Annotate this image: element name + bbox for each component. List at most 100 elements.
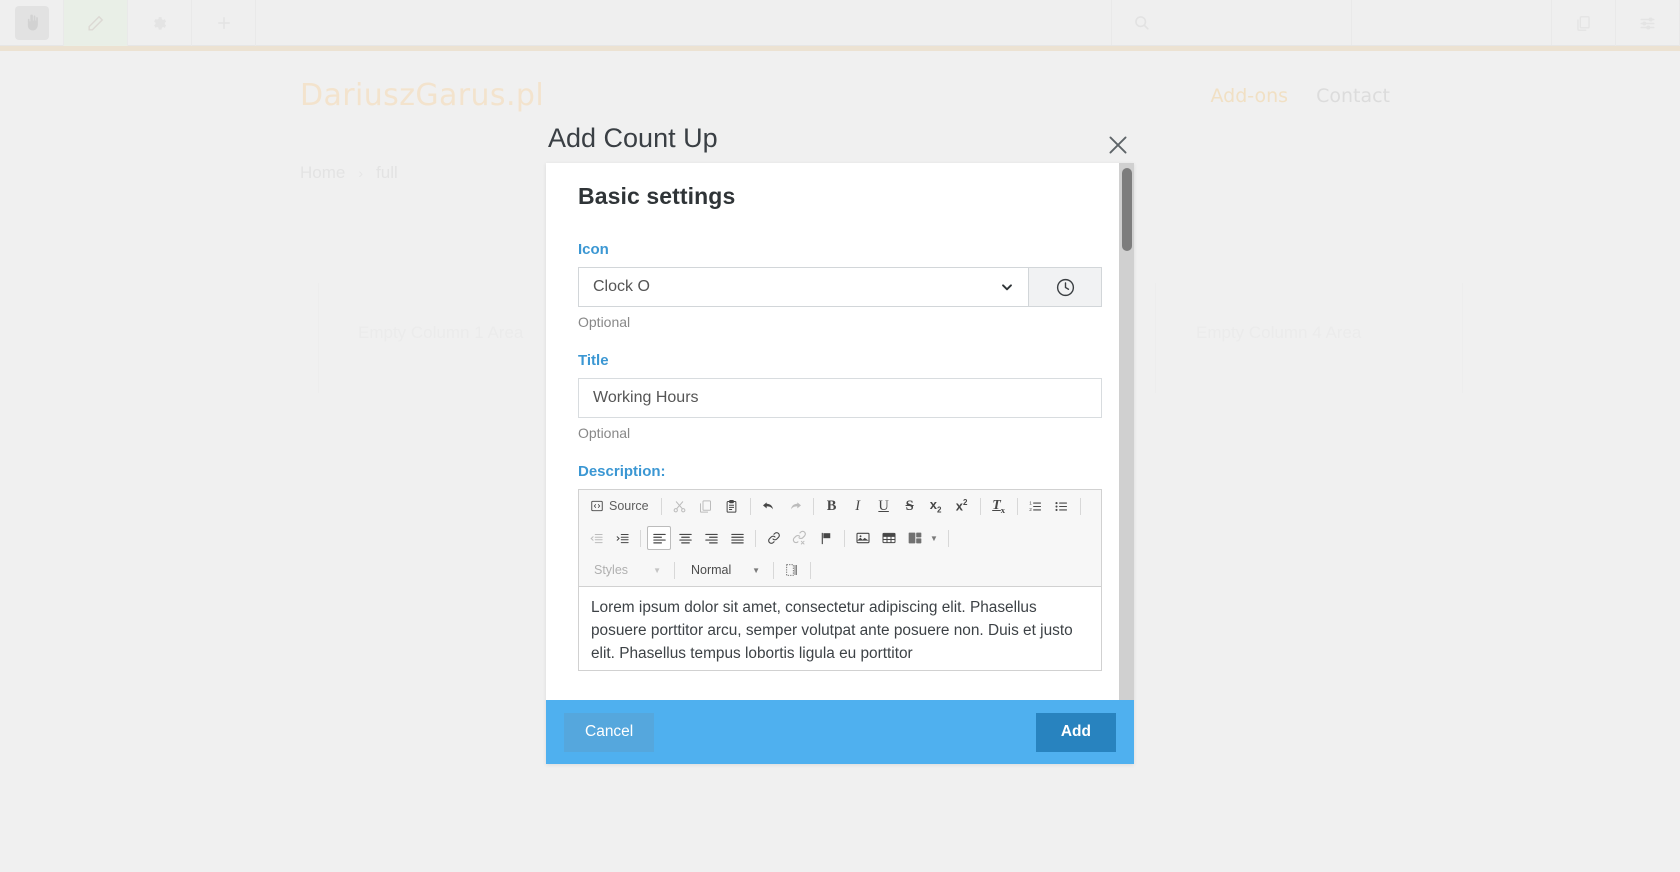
flag-anchor-icon[interactable] bbox=[814, 526, 838, 550]
column-divider bbox=[1155, 283, 1156, 393]
image-button[interactable] bbox=[851, 526, 875, 550]
bold-button[interactable]: B bbox=[820, 494, 844, 518]
toolbar-separator bbox=[755, 530, 756, 547]
empty-column-4-label: Empty Column 4 Area bbox=[1196, 323, 1361, 343]
editor-content-area[interactable]: Lorem ipsum dolor sit amet, consectetur … bbox=[579, 587, 1101, 670]
chevron-down-icon bbox=[999, 279, 1015, 295]
chevron-down-icon: ▼ bbox=[752, 566, 760, 575]
title-input[interactable] bbox=[578, 378, 1102, 418]
toolbar-separator bbox=[1017, 498, 1018, 515]
clock-o-icon bbox=[1055, 277, 1076, 298]
subscript-button[interactable]: x2 bbox=[924, 494, 948, 518]
chevron-right-icon: › bbox=[358, 165, 363, 181]
site-brand-logo[interactable]: DariuszGarus.pl bbox=[300, 78, 544, 113]
copy-button[interactable] bbox=[694, 494, 718, 518]
search-field-area[interactable] bbox=[1352, 0, 1552, 45]
rich-text-editor: Source bbox=[578, 489, 1102, 671]
dialog-scrollbar-track[interactable] bbox=[1119, 163, 1134, 700]
chevron-down-icon: ▼ bbox=[930, 534, 938, 543]
icon-select[interactable]: Clock O bbox=[578, 267, 1029, 307]
sliders-icon bbox=[1638, 14, 1657, 33]
add-button[interactable]: Add bbox=[1036, 713, 1116, 752]
site-navigation: Add-ons Contact bbox=[1211, 85, 1390, 107]
icon-field-helper: Optional bbox=[578, 314, 1102, 330]
icon-field-label: Icon bbox=[578, 241, 1102, 258]
breadcrumb-item-full: full bbox=[376, 163, 398, 183]
search-icon bbox=[1132, 13, 1151, 32]
breadcrumb: Home › full bbox=[300, 163, 398, 183]
dialog-scroll-area: Basic settings Icon Clock O bbox=[546, 163, 1134, 700]
table-button[interactable] bbox=[877, 526, 901, 550]
numbered-list-button[interactable]: 1 2 bbox=[1024, 494, 1048, 518]
align-center-button[interactable] bbox=[673, 526, 697, 550]
cut-button[interactable] bbox=[668, 494, 692, 518]
icon-field-group: Icon Clock O bbox=[578, 241, 1102, 330]
icon-preview-button[interactable] bbox=[1029, 267, 1102, 307]
undo-button[interactable] bbox=[757, 494, 781, 518]
plus-icon bbox=[215, 14, 233, 32]
unlink-button[interactable] bbox=[788, 526, 812, 550]
gear-icon bbox=[151, 15, 168, 32]
title-field-label: Title bbox=[578, 352, 1102, 369]
svg-text:2: 2 bbox=[1029, 507, 1032, 512]
format-combo[interactable]: Normal ▼ bbox=[681, 558, 767, 582]
add-element-button[interactable] bbox=[192, 0, 256, 46]
show-blocks-button[interactable] bbox=[780, 558, 804, 582]
redo-button[interactable] bbox=[783, 494, 807, 518]
title-field-group: Title Optional bbox=[578, 352, 1102, 441]
description-field-group: Description: Source bbox=[578, 463, 1102, 671]
chevron-down-icon: ▼ bbox=[653, 566, 661, 575]
search-button[interactable] bbox=[1112, 0, 1352, 45]
toolbar-separator bbox=[1080, 498, 1081, 515]
link-button[interactable] bbox=[762, 526, 786, 550]
align-right-button[interactable] bbox=[699, 526, 723, 550]
column-divider bbox=[318, 283, 319, 393]
toolbar-separator bbox=[810, 562, 811, 579]
options-button[interactable] bbox=[1616, 0, 1680, 46]
editor-toolbar-row-1: Source bbox=[579, 490, 1101, 522]
toolbar-separator bbox=[661, 498, 662, 515]
underline-button[interactable]: U bbox=[872, 494, 896, 518]
source-button[interactable]: Source bbox=[584, 494, 655, 518]
close-x-icon[interactable] bbox=[1105, 132, 1131, 158]
column-divider bbox=[1462, 283, 1463, 393]
cancel-button[interactable]: Cancel bbox=[564, 713, 654, 752]
toolbar-separator bbox=[980, 498, 981, 515]
bulleted-list-button[interactable] bbox=[1050, 494, 1074, 518]
indent-button[interactable] bbox=[610, 526, 634, 550]
section-heading: Basic settings bbox=[578, 183, 1102, 210]
add-count-up-dialog: Basic settings Icon Clock O bbox=[546, 163, 1134, 764]
align-justify-button[interactable] bbox=[725, 526, 749, 550]
toolbar-separator bbox=[750, 498, 751, 515]
toolbar-separator bbox=[640, 530, 641, 547]
site-logo-button[interactable] bbox=[0, 0, 64, 46]
paste-button[interactable] bbox=[720, 494, 744, 518]
dialog-scrollbar-thumb[interactable] bbox=[1122, 168, 1132, 251]
duplicate-button[interactable] bbox=[1552, 0, 1616, 46]
editor-toolbar-row-2: ▼ bbox=[579, 522, 1101, 554]
format-combo-label: Normal bbox=[691, 563, 731, 577]
modal-title: Add Count Up bbox=[548, 123, 718, 154]
copy-pages-icon bbox=[1574, 14, 1593, 33]
styles-combo-label: Styles bbox=[594, 563, 628, 577]
editor-toolbar-row-3: Styles ▼ Normal ▼ bbox=[579, 554, 1101, 586]
topbar-spacer bbox=[256, 0, 1112, 45]
edit-mode-button[interactable] bbox=[64, 0, 128, 46]
superscript-button[interactable]: x2 bbox=[950, 494, 974, 518]
templates-button[interactable]: ▼ bbox=[903, 526, 942, 550]
align-left-button[interactable] bbox=[647, 526, 671, 550]
empty-column-1-label: Empty Column 1 Area bbox=[358, 323, 523, 343]
dialog-footer: Cancel Add bbox=[546, 700, 1134, 764]
hand-logo-icon bbox=[15, 6, 49, 40]
outdent-button[interactable] bbox=[584, 526, 608, 550]
nav-link-addons[interactable]: Add-ons bbox=[1211, 85, 1289, 107]
remove-format-button[interactable]: Tx bbox=[987, 494, 1011, 518]
styles-combo[interactable]: Styles ▼ bbox=[584, 558, 668, 582]
nav-link-contact[interactable]: Contact bbox=[1316, 85, 1390, 107]
description-field-label: Description: bbox=[578, 463, 1102, 480]
breadcrumb-item-home[interactable]: Home bbox=[300, 163, 345, 183]
toolbar-separator bbox=[948, 530, 949, 547]
strikethrough-button[interactable]: S bbox=[898, 494, 922, 518]
settings-button[interactable] bbox=[128, 0, 192, 46]
italic-button[interactable]: I bbox=[846, 494, 870, 518]
